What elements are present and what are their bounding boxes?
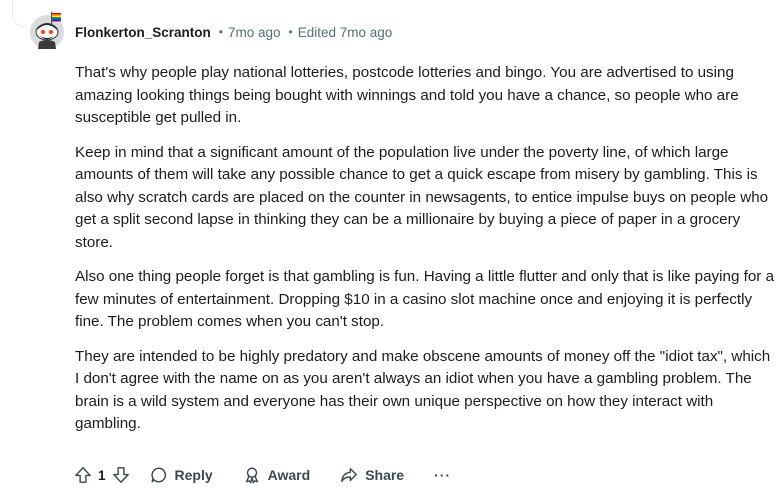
comment-paragraph: Keep in mind that a significant amount o… bbox=[75, 143, 769, 251]
downvote-arrow-icon bbox=[112, 467, 129, 483]
comment-paragraph: Also one thing people forget is that gam… bbox=[75, 268, 775, 330]
separator-dot: • bbox=[218, 25, 223, 39]
username-link[interactable]: Flonkerton_Scranton bbox=[75, 25, 211, 40]
edited-timestamp: Edited 7mo ago bbox=[297, 24, 393, 40]
award-ribbon-icon bbox=[245, 467, 258, 484]
reply-label: Reply bbox=[174, 467, 213, 483]
comment-timestamp[interactable]: 7mo ago bbox=[228, 25, 281, 40]
thread-connector bbox=[12, 14, 27, 27]
comment-header: Flonkerton_Scranton • 7mo ago • Edited 7… bbox=[75, 23, 392, 41]
comment-body: That's why people play national lotterie… bbox=[75, 62, 775, 448]
user-avatar[interactable] bbox=[28, 12, 66, 50]
comment-paragraph: That's why people play national lotterie… bbox=[75, 64, 739, 126]
ellipsis-icon: ··· bbox=[434, 467, 452, 483]
share-label: Share bbox=[365, 467, 405, 483]
upvote-button[interactable] bbox=[74, 466, 92, 484]
share-arrow-icon bbox=[341, 467, 358, 483]
snoo-avatar-icon bbox=[30, 12, 64, 49]
award-button[interactable]: Award bbox=[243, 466, 311, 484]
reply-button[interactable]: Reply bbox=[150, 466, 213, 484]
vote-control: 1 bbox=[74, 466, 130, 484]
award-label: Award bbox=[267, 467, 311, 483]
separator-dot: • bbox=[288, 25, 293, 39]
comment-action-bar: 1 Reply Award Share ··· bbox=[74, 462, 451, 488]
more-options-button[interactable]: ··· bbox=[434, 467, 451, 483]
speech-bubble-icon bbox=[150, 467, 166, 483]
vote-count: 1 bbox=[98, 467, 106, 483]
share-button[interactable]: Share bbox=[340, 466, 404, 484]
comment-paragraph: They are intended to be highly predatory… bbox=[75, 347, 771, 433]
upvote-arrow-icon bbox=[75, 467, 91, 483]
downvote-button[interactable] bbox=[112, 466, 130, 484]
